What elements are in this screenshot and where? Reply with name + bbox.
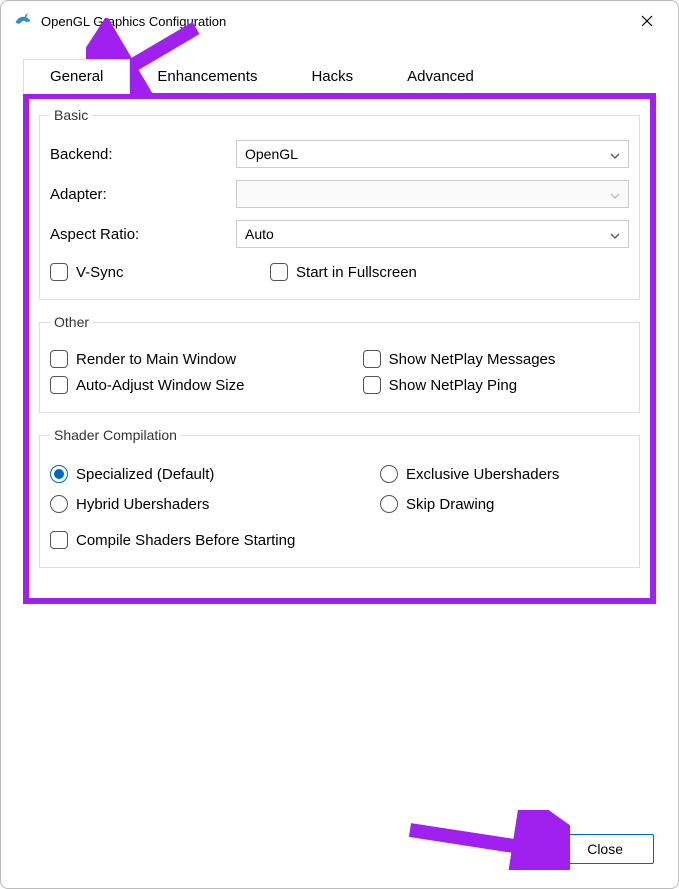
general-panel: Basic Backend: OpenGL Adapter: bbox=[23, 93, 656, 604]
adapter-select bbox=[236, 180, 629, 208]
aspect-select[interactable]: Auto bbox=[236, 220, 629, 248]
show-netplay-ping-checkbox[interactable]: Show NetPlay Ping bbox=[363, 372, 629, 398]
specialized-radio[interactable]: Specialized (Default) bbox=[50, 459, 380, 489]
other-legend: Other bbox=[50, 314, 93, 330]
dolphin-icon bbox=[13, 11, 33, 31]
tab-general[interactable]: General bbox=[23, 59, 130, 94]
auto-adjust-checkbox[interactable]: Auto-Adjust Window Size bbox=[50, 372, 363, 398]
chevron-down-icon bbox=[610, 226, 620, 242]
show-netplay-messages-label: Show NetPlay Messages bbox=[389, 351, 556, 368]
titlebar: OpenGL Graphics Configuration bbox=[1, 1, 678, 41]
show-netplay-ping-label: Show NetPlay Ping bbox=[389, 377, 517, 394]
checkbox-icon bbox=[363, 376, 381, 394]
fullscreen-checkbox[interactable]: Start in Fullscreen bbox=[270, 259, 629, 285]
shader-legend: Shader Compilation bbox=[50, 427, 181, 443]
aspect-value: Auto bbox=[245, 226, 274, 242]
backend-select[interactable]: OpenGL bbox=[236, 140, 629, 168]
checkbox-icon bbox=[50, 263, 68, 281]
skip-label: Skip Drawing bbox=[406, 496, 494, 513]
checkbox-icon bbox=[50, 376, 68, 394]
aspect-row: Aspect Ratio: Auto bbox=[50, 217, 629, 251]
backend-row: Backend: OpenGL bbox=[50, 137, 629, 171]
compile-before-label: Compile Shaders Before Starting bbox=[76, 532, 295, 549]
checkbox-icon bbox=[50, 531, 68, 549]
vsync-label: V-Sync bbox=[76, 264, 124, 281]
tab-enhancements[interactable]: Enhancements bbox=[130, 59, 284, 94]
shader-checks: Compile Shaders Before Starting bbox=[50, 527, 629, 553]
basic-checks: V-Sync Start in Fullscreen bbox=[50, 259, 629, 285]
backend-value: OpenGL bbox=[245, 146, 298, 162]
basic-legend: Basic bbox=[50, 107, 92, 123]
exclusive-label: Exclusive Ubershaders bbox=[406, 466, 559, 483]
radio-icon bbox=[380, 495, 398, 513]
tab-hacks[interactable]: Hacks bbox=[284, 59, 380, 94]
shader-radios: Specialized (Default) Exclusive Ubershad… bbox=[50, 459, 629, 519]
other-group: Other Render to Main Window Show NetPlay… bbox=[39, 314, 640, 413]
tab-bar: General Enhancements Hacks Advanced bbox=[1, 41, 678, 94]
backend-label: Backend: bbox=[50, 146, 236, 163]
radio-icon bbox=[380, 465, 398, 483]
window-title: OpenGL Graphics Configuration bbox=[41, 14, 616, 29]
other-checks: Render to Main Window Show NetPlay Messa… bbox=[50, 346, 629, 398]
render-main-label: Render to Main Window bbox=[76, 351, 236, 368]
compile-before-checkbox[interactable]: Compile Shaders Before Starting bbox=[50, 527, 629, 553]
chevron-down-icon bbox=[610, 146, 620, 162]
shader-group: Shader Compilation Specialized (Default)… bbox=[39, 427, 640, 568]
render-main-checkbox[interactable]: Render to Main Window bbox=[50, 346, 363, 372]
tab-advanced[interactable]: Advanced bbox=[380, 59, 501, 94]
specialized-label: Specialized (Default) bbox=[76, 466, 214, 483]
adapter-row: Adapter: bbox=[50, 177, 629, 211]
window-close-button[interactable] bbox=[624, 6, 670, 36]
show-netplay-messages-checkbox[interactable]: Show NetPlay Messages bbox=[363, 346, 629, 372]
radio-selected-icon bbox=[50, 465, 68, 483]
hybrid-label: Hybrid Ubershaders bbox=[76, 496, 209, 513]
checkbox-icon bbox=[50, 350, 68, 368]
adapter-label: Adapter: bbox=[50, 186, 236, 203]
hybrid-ubershaders-radio[interactable]: Hybrid Ubershaders bbox=[50, 489, 380, 519]
exclusive-ubershaders-radio[interactable]: Exclusive Ubershaders bbox=[380, 459, 629, 489]
footer: Close bbox=[1, 604, 678, 888]
checkbox-icon bbox=[270, 263, 288, 281]
fullscreen-label: Start in Fullscreen bbox=[296, 264, 417, 281]
chevron-down-icon bbox=[610, 186, 620, 202]
auto-adjust-label: Auto-Adjust Window Size bbox=[76, 377, 244, 394]
close-icon bbox=[641, 15, 653, 27]
aspect-label: Aspect Ratio: bbox=[50, 226, 236, 243]
radio-icon bbox=[50, 495, 68, 513]
config-window: OpenGL Graphics Configuration General En… bbox=[0, 0, 679, 889]
checkbox-icon bbox=[363, 350, 381, 368]
basic-group: Basic Backend: OpenGL Adapter: bbox=[39, 107, 640, 300]
vsync-checkbox[interactable]: V-Sync bbox=[50, 259, 270, 285]
close-button[interactable]: Close bbox=[556, 834, 654, 864]
skip-drawing-radio[interactable]: Skip Drawing bbox=[380, 489, 629, 519]
